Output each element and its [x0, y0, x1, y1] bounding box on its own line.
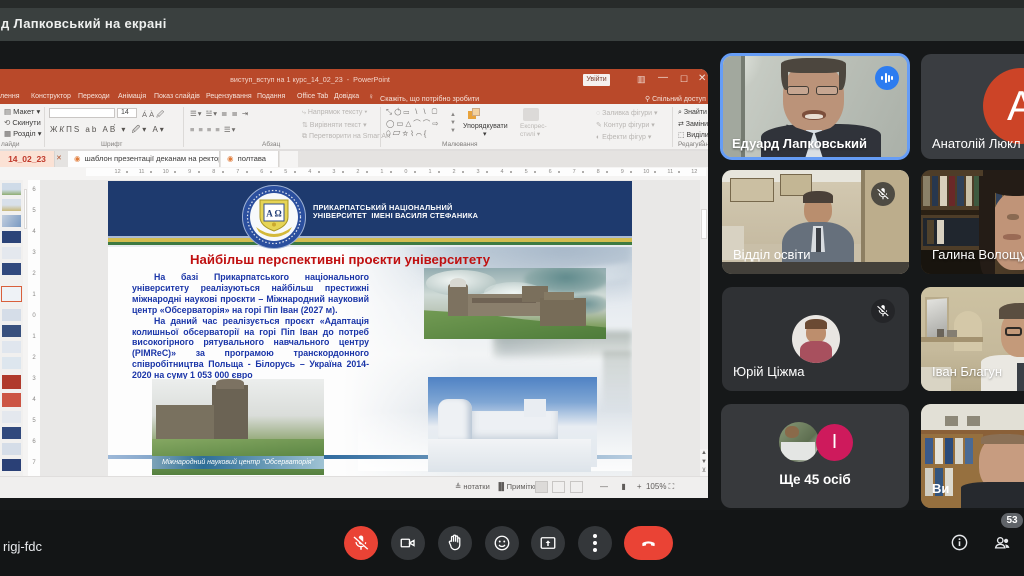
svg-text:Α Ω: Α Ω [266, 209, 281, 219]
